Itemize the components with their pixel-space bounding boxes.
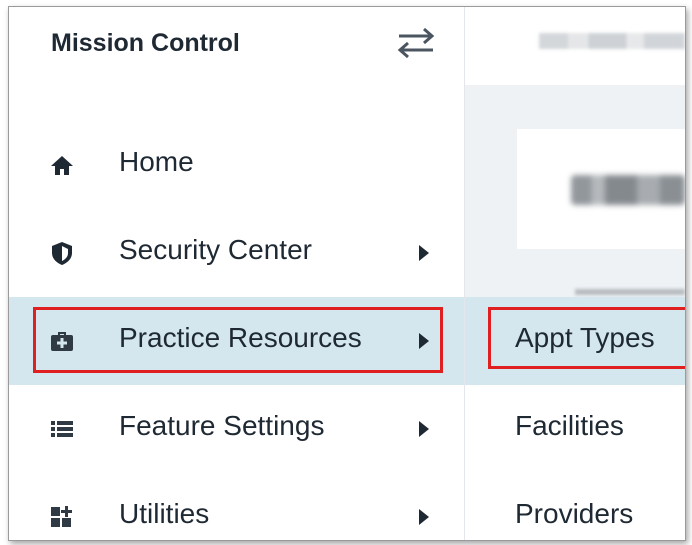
submenu-item-providers[interactable]: Providers	[465, 473, 685, 540]
blurred-breadcrumb	[539, 33, 685, 49]
annotation-highlight-appt-types	[488, 307, 685, 369]
blurred-text	[575, 289, 685, 295]
app-window: Mission Control Home Security Center Pra…	[8, 6, 686, 541]
sidebar-header: Mission Control	[9, 7, 464, 85]
submenu-item-label: Facilities	[515, 410, 624, 441]
sidebar: Mission Control Home Security Center Pra…	[9, 7, 465, 540]
chevron-right-icon	[419, 245, 429, 261]
blurred-heading	[571, 175, 685, 205]
home-icon	[51, 156, 73, 175]
app-title: Mission Control	[51, 29, 240, 57]
submenu-item-label: Providers	[515, 498, 634, 529]
grid-plus-icon	[51, 506, 72, 527]
sidebar-item-feature-settings[interactable]: Feature Settings	[9, 385, 464, 473]
swap-arrows-icon[interactable]	[393, 25, 439, 61]
chevron-right-icon	[419, 509, 429, 525]
chevron-right-icon	[419, 421, 429, 437]
sidebar-item-label: Feature Settings	[119, 410, 325, 441]
shield-icon	[52, 242, 72, 265]
sidebar-item-label: Home	[119, 146, 194, 177]
annotation-highlight-practice-resources	[33, 307, 443, 373]
sidebar-item-security-center[interactable]: Security Center	[9, 209, 464, 297]
sidebar-item-home[interactable]: Home	[9, 121, 464, 209]
sidebar-item-label: Security Center	[119, 234, 312, 265]
sidebar-item-utilities[interactable]: Utilities	[9, 473, 464, 540]
sidebar-item-label: Utilities	[119, 498, 210, 529]
submenu-item-facilities[interactable]: Facilities	[465, 385, 685, 473]
list-icon	[51, 421, 73, 437]
